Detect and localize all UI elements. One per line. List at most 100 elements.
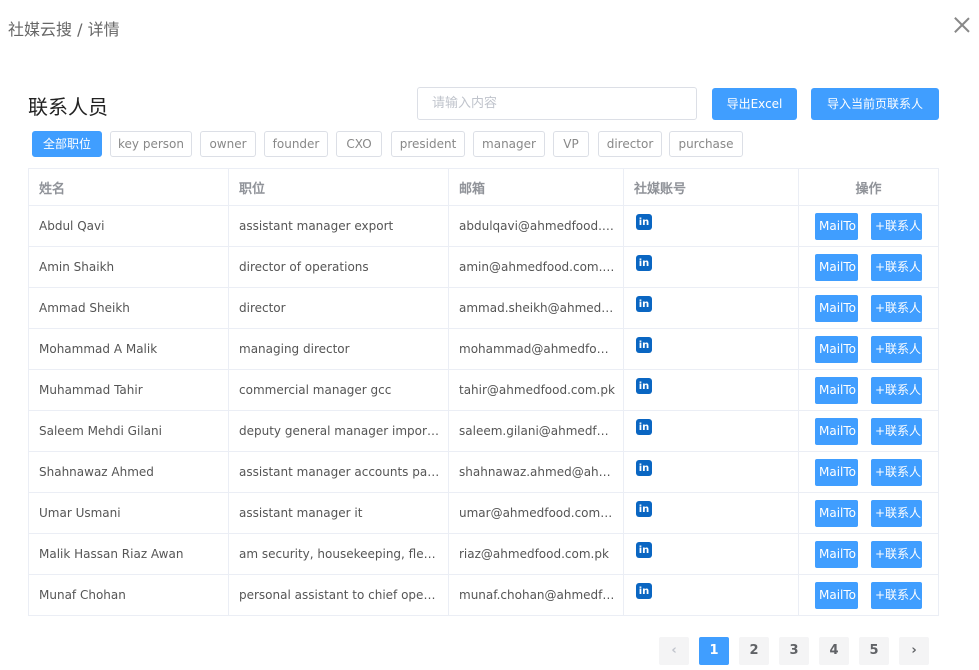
cell-social: in xyxy=(624,534,799,574)
name-text: Umar Usmani xyxy=(39,506,121,520)
next-page-button[interactable]: › xyxy=(899,637,929,665)
add-contact-button[interactable]: +联系人 xyxy=(871,212,922,240)
filter-chip-director[interactable]: director xyxy=(598,131,662,157)
mailto-button[interactable]: MailTo xyxy=(815,294,858,322)
breadcrumb: 社媒云搜 / 详情 xyxy=(8,20,120,39)
add-contact-button[interactable]: +联系人 xyxy=(871,376,922,404)
title-text: director of operations xyxy=(239,260,369,274)
add-contact-button[interactable]: +联系人 xyxy=(871,458,922,486)
title-text: deputy general manager import & ... xyxy=(239,424,448,438)
cell-title: assistant manager accounts paya... xyxy=(229,452,449,492)
filter-chip-cxo[interactable]: CXO xyxy=(336,131,382,157)
page-button-4[interactable]: 4 xyxy=(819,637,849,665)
table-row: Muhammad Tahir commercial manager gcc ta… xyxy=(29,370,938,411)
import-contacts-button[interactable]: 导入当前页联系人 xyxy=(811,88,939,120)
filter-chip-president[interactable]: president xyxy=(391,131,465,157)
search-input[interactable] xyxy=(417,87,697,120)
mailto-button[interactable]: MailTo xyxy=(815,499,858,527)
prev-page-button[interactable]: ‹ xyxy=(659,637,689,665)
table-row: Shahnawaz Ahmed assistant manager accoun… xyxy=(29,452,938,493)
mailto-button[interactable]: MailTo xyxy=(815,253,858,281)
linkedin-icon[interactable]: in xyxy=(636,337,652,353)
add-contact-button[interactable]: +联系人 xyxy=(871,499,922,527)
linkedin-icon[interactable]: in xyxy=(636,419,652,435)
header-actions: 操作 xyxy=(855,181,882,197)
page-button-2[interactable]: 2 xyxy=(739,637,769,665)
filter-chip-key-person[interactable]: key person xyxy=(110,131,192,157)
filter-chip-founder[interactable]: founder xyxy=(264,131,328,157)
cell-actions: MailTo +联系人 xyxy=(799,534,938,574)
close-icon[interactable] xyxy=(952,16,972,36)
cell-title: personal assistant to chief operati... xyxy=(229,575,449,615)
cell-social: in xyxy=(624,329,799,369)
cell-name: Mohammad A Malik xyxy=(29,329,229,369)
cell-email: riaz@ahmedfood.com.pk xyxy=(449,534,624,574)
export-excel-button[interactable]: 导出Excel xyxy=(712,88,797,120)
mailto-button[interactable]: MailTo xyxy=(815,458,858,486)
linkedin-icon[interactable]: in xyxy=(636,501,652,517)
email-text: mohammad@ahmedfoo... xyxy=(459,342,616,356)
page-button-3[interactable]: 3 xyxy=(779,637,809,665)
table-row: Umar Usmani assistant manager it umar@ah… xyxy=(29,493,938,534)
table-row: Mohammad A Malik managing director moham… xyxy=(29,329,938,370)
name-text: Munaf Chohan xyxy=(39,588,126,602)
cell-social: in xyxy=(624,452,799,492)
cell-social: in xyxy=(624,411,799,451)
page-title: 联系人员 xyxy=(28,95,108,119)
cell-social: in xyxy=(624,206,799,246)
email-text: amin@ahmedfood.com.pk xyxy=(459,260,617,274)
mailto-button[interactable]: MailTo xyxy=(815,417,858,445)
filter-chip-manager[interactable]: manager xyxy=(473,131,545,157)
page-button-1[interactable]: 1 xyxy=(699,637,729,665)
title-text: personal assistant to chief operati... xyxy=(239,588,448,602)
add-contact-button[interactable]: +联系人 xyxy=(871,540,922,568)
add-contact-button[interactable]: +联系人 xyxy=(871,581,922,609)
cell-title: director xyxy=(229,288,449,328)
page-button-5[interactable]: 5 xyxy=(859,637,889,665)
email-text: shahnawaz.ahmed@ahm... xyxy=(459,465,622,479)
add-contact-button[interactable]: +联系人 xyxy=(871,335,922,363)
filter-chip-owner[interactable]: owner xyxy=(200,131,256,157)
mailto-button[interactable]: MailTo xyxy=(815,581,858,609)
cell-name: Abdul Qavi xyxy=(29,206,229,246)
email-text: riaz@ahmedfood.com.pk xyxy=(459,547,609,561)
cell-email: tahir@ahmedfood.com.pk xyxy=(449,370,624,410)
add-contact-button[interactable]: +联系人 xyxy=(871,294,922,322)
cell-name: Munaf Chohan xyxy=(29,575,229,615)
cell-email: saleem.gilani@ahmedfo... xyxy=(449,411,624,451)
linkedin-icon[interactable]: in xyxy=(636,378,652,394)
cell-title: deputy general manager import & ... xyxy=(229,411,449,451)
table-row: Malik Hassan Riaz Awan am security, hous… xyxy=(29,534,938,575)
linkedin-icon[interactable]: in xyxy=(636,542,652,558)
filter-chip-all[interactable]: 全部职位 xyxy=(32,131,102,157)
cell-email: ammad.sheikh@ahmedf... xyxy=(449,288,624,328)
table-row: Abdul Qavi assistant manager export abdu… xyxy=(29,206,938,247)
linkedin-icon[interactable]: in xyxy=(636,296,652,312)
linkedin-icon[interactable]: in xyxy=(636,583,652,599)
mailto-button[interactable]: MailTo xyxy=(815,212,858,240)
name-text: Abdul Qavi xyxy=(39,219,105,233)
linkedin-icon[interactable]: in xyxy=(636,255,652,271)
cell-actions: MailTo +联系人 xyxy=(799,493,938,533)
add-contact-button[interactable]: +联系人 xyxy=(871,253,922,281)
add-contact-button[interactable]: +联系人 xyxy=(871,417,922,445)
header-email: 邮箱 xyxy=(449,169,624,205)
name-text: Muhammad Tahir xyxy=(39,383,143,397)
linkedin-icon[interactable]: in xyxy=(636,460,652,476)
cell-actions: MailTo +联系人 xyxy=(799,370,938,410)
linkedin-icon[interactable]: in xyxy=(636,214,652,230)
cell-title: commercial manager gcc xyxy=(229,370,449,410)
mailto-button[interactable]: MailTo xyxy=(815,335,858,363)
title-text: director xyxy=(239,301,286,315)
cell-title: managing director xyxy=(229,329,449,369)
cell-email: abdulqavi@ahmedfood.c... xyxy=(449,206,624,246)
email-text: abdulqavi@ahmedfood.c... xyxy=(459,219,620,233)
mailto-button[interactable]: MailTo xyxy=(815,376,858,404)
cell-actions: MailTo +联系人 xyxy=(799,288,938,328)
mailto-button[interactable]: MailTo xyxy=(815,540,858,568)
filter-chip-purchase[interactable]: purchase xyxy=(669,131,743,157)
cell-actions: MailTo +联系人 xyxy=(799,575,938,615)
cell-social: in xyxy=(624,493,799,533)
table-header: 姓名 职位 邮箱 社媒账号 操作 xyxy=(29,169,938,206)
filter-chip-vp[interactable]: VP xyxy=(553,131,589,157)
